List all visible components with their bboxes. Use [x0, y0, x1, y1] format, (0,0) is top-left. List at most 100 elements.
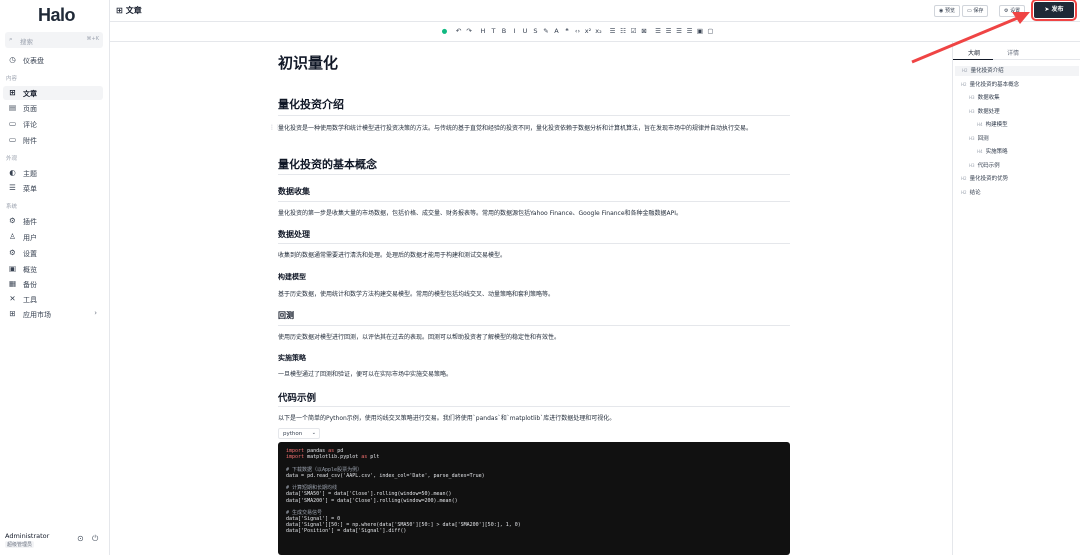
align-left-icon[interactable]: ☰	[654, 27, 663, 35]
block-icon[interactable]: ▢	[706, 27, 715, 35]
code-block[interactable]: import pandas as pd import matplotlib.pyp…	[278, 442, 790, 555]
sidebar-item-attachments[interactable]: ▭ 附件	[3, 133, 103, 147]
outline-item-label: 量化投资的基本概念	[969, 81, 1020, 88]
italic-icon[interactable]: I	[510, 27, 519, 35]
paragraph-implement[interactable]: 一旦模型通过了回测和验证，便可以在实际市场中实施交易策略。	[278, 370, 790, 380]
sidebar-item-settings[interactable]: ⚙ 设置	[3, 246, 103, 260]
outline-item[interactable]: H2 量化投资介绍	[955, 66, 1079, 76]
tab-underline	[953, 59, 993, 60]
outline-item[interactable]: H3 回测	[969, 134, 989, 144]
heading-data-collection[interactable]: 数据收集	[278, 186, 310, 197]
paragraph-data-collection[interactable]: 量化投资的第一步是收集大量的市场数据，包括价格、成交量、财务报表等。常用的数据源…	[278, 209, 790, 219]
sidebar-item-backup[interactable]: ▦ 备份	[3, 277, 103, 291]
sidebar-item-label: 设置	[23, 250, 37, 258]
sidebar-item-articles[interactable]: ⊞ 文章	[3, 86, 103, 100]
paragraph-data-processing[interactable]: 收集到的数据通常需要进行清洗和处理。处理后的数据才能用于构建和测试交易模型。	[278, 251, 790, 261]
profile-icon[interactable]: ⊙	[77, 534, 84, 543]
sidebar-item-tools[interactable]: ✕ 工具	[3, 292, 103, 306]
sidebar-item-label: 用户	[23, 234, 37, 242]
outline-item[interactable]: H2 结论	[961, 188, 981, 198]
heading-code-example[interactable]: 代码示例	[278, 390, 316, 404]
sidebar-item-dashboard[interactable]: ◷ 仪表盘	[3, 53, 103, 67]
preview-button[interactable]: ◉ 预览	[934, 5, 960, 17]
outline-item[interactable]: H3 数据收集	[969, 93, 1000, 103]
code-line: data['Position'] = data['Signal'].diff()	[286, 528, 407, 535]
quote-icon[interactable]: ❝	[563, 27, 572, 35]
align-right-icon[interactable]: ☰	[675, 27, 684, 35]
outline-item[interactable]: H3 数据处理	[969, 107, 1000, 117]
sidebar-item-app-market[interactable]: ⊞ 应用市场 ›	[3, 307, 103, 321]
search-input[interactable]: ⌕ 搜索 ⌘+K	[5, 32, 103, 48]
save-label: 保存	[973, 8, 984, 14]
code-language-select[interactable]: python ⌄	[278, 428, 320, 439]
code-icon[interactable]: ‹›	[573, 27, 582, 35]
heading-level-badge: H2	[961, 189, 967, 195]
logo[interactable]: Halo	[38, 5, 76, 26]
sidebar-item-users[interactable]: ♙ 用户	[3, 230, 103, 244]
heading-data-processing[interactable]: 数据处理	[278, 229, 310, 240]
heading-implement[interactable]: 实施策略	[278, 353, 306, 363]
bold-icon[interactable]: B	[500, 27, 509, 35]
publish-button[interactable]: ➤ 发布	[1031, 0, 1077, 21]
text-size-icon[interactable]: T	[489, 27, 498, 35]
strike-icon[interactable]: S	[531, 27, 540, 35]
editor-content[interactable]: 初识量化 量化投资介绍 ⋮⋮ 量化投资是一种使用数学和统计模型进行投资决策的方法…	[269, 44, 790, 555]
superscript-icon[interactable]: x²	[584, 27, 593, 35]
sidebar-item-overview[interactable]: ▣ 概览	[3, 262, 103, 276]
bullet-list-icon[interactable]: ☰	[608, 27, 617, 35]
subscript-icon[interactable]: x₂	[594, 27, 603, 35]
align-justify-icon[interactable]: ☰	[685, 27, 694, 35]
outline-item[interactable]: H2 量化投资的优势	[961, 174, 1008, 184]
heading-concepts[interactable]: 量化投资的基本概念	[278, 156, 377, 172]
heading-title[interactable]: 初识量化	[278, 52, 338, 73]
preview-label: 预览	[944, 8, 955, 14]
outline-item-label: 量化投资介绍	[970, 68, 1004, 74]
heading-intro[interactable]: 量化投资介绍	[278, 96, 344, 112]
logout-icon[interactable]: ⏻	[92, 534, 98, 544]
paragraph-build-model[interactable]: 基于历史数据，使用统计和数学方法构建交易模型。常用的模型包括均线交叉、动量策略和…	[278, 290, 790, 300]
search-placeholder: 搜索	[20, 38, 33, 46]
heading-icon[interactable]: H	[479, 27, 488, 35]
outline-item-label: 数据收集	[977, 95, 1000, 101]
outline-item[interactable]: H4 构建模型	[977, 120, 1008, 130]
ordered-list-icon[interactable]: ☷	[619, 27, 628, 35]
undo-icon[interactable]: ↶	[454, 27, 463, 35]
align-center-icon[interactable]: ☰	[664, 27, 673, 35]
sidebar-item-plugins[interactable]: ⚙ 插件	[3, 214, 103, 228]
underline-icon[interactable]: U	[521, 27, 530, 35]
settings-button[interactable]: ⚙ 设置	[999, 5, 1026, 17]
tab-detail[interactable]: 详情	[1007, 48, 1019, 57]
redo-icon[interactable]: ↷	[465, 27, 474, 35]
overview-icon: ▣	[8, 264, 17, 273]
heading-level-badge: H4	[977, 122, 983, 127]
outline-item-label: 量化投资的优势	[969, 176, 1009, 182]
font-color-icon[interactable]: A	[552, 27, 561, 35]
heading-level-badge: H2	[961, 176, 967, 181]
outline-item[interactable]: H4 实施策略	[977, 147, 1008, 157]
tab-outline[interactable]: 大纲	[968, 48, 980, 57]
image-icon[interactable]: ▣	[696, 27, 705, 35]
sidebar-item-themes[interactable]: ◐ 主题	[3, 166, 103, 180]
gear-icon: ⚙	[1004, 8, 1009, 14]
paragraph-backtest[interactable]: 使用历史数据对模型进行回测，以评估其在过去的表现。回测可以帮助投资者了解模型的稳…	[278, 333, 790, 343]
paragraph-code-example[interactable]: 以下是一个简单的Python示例，使用均线交叉策略进行交易。我们将使用`pand…	[278, 414, 790, 424]
heading-level-badge: H2	[961, 81, 967, 87]
sidebar-item-label: 工具	[23, 296, 37, 304]
sidebar-item-comments[interactable]: ▭ 评论	[3, 117, 103, 131]
sidebar-item-menus[interactable]: ☰ 菜单	[3, 181, 103, 195]
paragraph-intro[interactable]: 量化投资是一种使用数学和统计模型进行投资决策的方法。与传统的基于直觉和经验的投资…	[278, 124, 790, 134]
outline-item[interactable]: H3 代码示例	[969, 161, 1000, 171]
highlight-icon[interactable]: ✎	[542, 27, 551, 35]
page-title: ⊞ 文章	[116, 5, 142, 16]
task-list-icon[interactable]: ☑	[629, 27, 638, 35]
market-icon: ⊞	[9, 309, 16, 318]
text-wrap-icon[interactable]: ⊠	[640, 27, 649, 35]
palette-icon: ◐	[9, 168, 16, 177]
add-icon[interactable]: ●	[440, 27, 449, 35]
heading-build-model[interactable]: 构建模型	[278, 272, 306, 282]
heading-backtest[interactable]: 回测	[278, 310, 294, 321]
sidebar: Halo ⌕ 搜索 ⌘+K ◷ 仪表盘 内容 ⊞ 文章 ▤ 页面 ▭ 评论 ▭ …	[0, 0, 110, 555]
sidebar-item-pages[interactable]: ▤ 页面	[3, 101, 103, 115]
save-button[interactable]: ▭ 保存	[962, 5, 989, 17]
outline-item[interactable]: H2 量化投资的基本概念	[961, 80, 1019, 90]
